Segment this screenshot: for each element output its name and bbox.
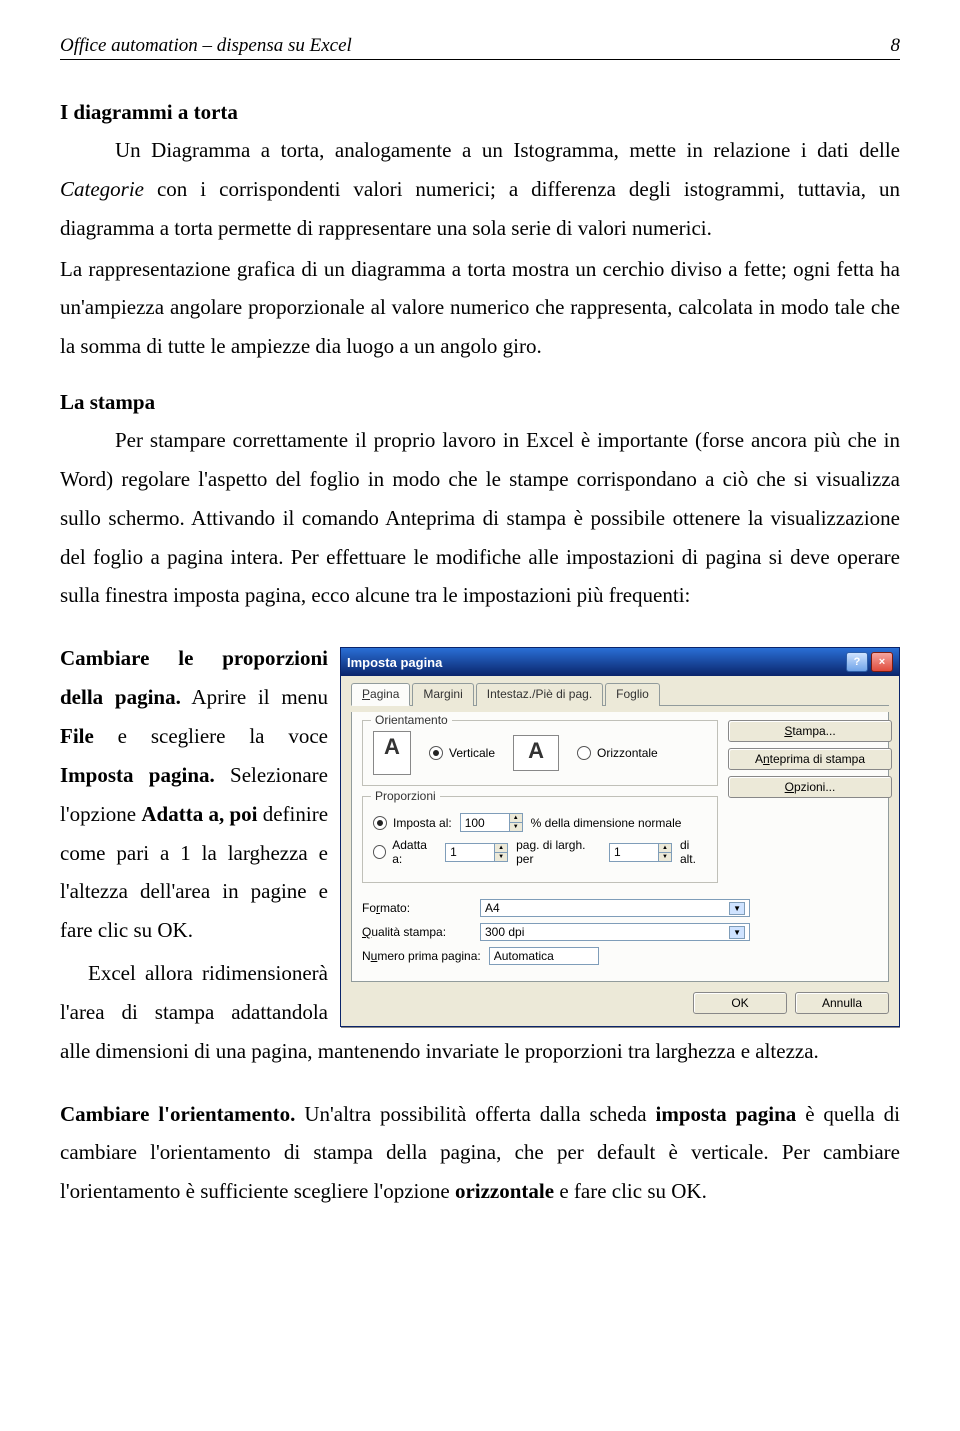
imposta-pagina-dialog-figure: Imposta pagina ? × Pagina Margini Intest…: [340, 647, 900, 1027]
orientamento-label: Orientamento: [371, 713, 452, 727]
radio-verticale[interactable]: Verticale: [429, 746, 495, 760]
qualita-combo[interactable]: 300 dpi ▼: [480, 923, 750, 941]
radio-imposta-al[interactable]: Imposta al:: [373, 816, 452, 830]
chevron-down-icon[interactable]: ▼: [729, 926, 745, 939]
stampa-button[interactable]: Stampa...: [728, 720, 892, 742]
annulla-button[interactable]: Annulla: [795, 992, 889, 1014]
formato-combo[interactable]: A4 ▼: [480, 899, 750, 917]
radio-orizzontale[interactable]: Orizzontale: [577, 746, 658, 760]
opzioni-button[interactable]: Opzioni...: [728, 776, 892, 798]
numero-input[interactable]: [489, 947, 599, 965]
tab-foglio[interactable]: Foglio: [605, 683, 660, 706]
spin-up-icon[interactable]: ▲: [495, 844, 507, 853]
sec2-para1: Per stampare correttamente il proprio la…: [60, 421, 900, 615]
spin-down-icon[interactable]: ▼: [659, 853, 671, 861]
header-page-number: 8: [891, 35, 901, 57]
section-title-diagrammi: I diagrammi a torta: [60, 100, 900, 125]
tab-pagina[interactable]: Pagina: [351, 683, 410, 706]
radio-adatta-a[interactable]: Adatta a:: [373, 838, 437, 866]
qualita-label: Qualità stampa:: [362, 925, 472, 939]
sec1-para2: La rappresentazione grafica di un diagra…: [60, 250, 900, 367]
formato-label: Formato:: [362, 901, 472, 915]
numero-label: Numero prima pagina:: [362, 949, 481, 963]
sec3-para1: Cambiare l'orientamento. Un'altra possib…: [60, 1095, 900, 1212]
tab-margini[interactable]: Margini: [412, 683, 473, 706]
dialog-title: Imposta pagina: [347, 655, 442, 670]
portrait-icon: A: [373, 731, 411, 775]
adatta-height-spinner[interactable]: ▲▼: [609, 843, 672, 862]
spin-up-icon[interactable]: ▲: [659, 844, 671, 853]
proporzioni-label: Proporzioni: [371, 789, 440, 803]
dialog-titlebar: Imposta pagina ? ×: [341, 648, 899, 676]
section-title-stampa: La stampa: [60, 390, 900, 415]
page-header: Office automation – dispensa su Excel 8: [60, 35, 900, 60]
sec1-para1: Un Diagramma a torta, analogamente a un …: [60, 131, 900, 248]
spin-down-icon[interactable]: ▼: [495, 853, 507, 861]
chevron-down-icon[interactable]: ▼: [729, 902, 745, 915]
spin-up-icon[interactable]: ▲: [510, 814, 522, 823]
tab-intestaz[interactable]: Intestaz./Piè di pag.: [476, 683, 603, 706]
anteprima-button[interactable]: Anteprima di stampa: [728, 748, 892, 770]
adatta-width-spinner[interactable]: ▲▼: [445, 843, 508, 862]
landscape-icon: A: [513, 735, 559, 771]
help-icon[interactable]: ?: [846, 652, 868, 672]
dialog-tabs: Pagina Margini Intestaz./Piè di pag. Fog…: [351, 682, 889, 706]
header-title: Office automation – dispensa su Excel: [60, 35, 352, 57]
ok-button[interactable]: OK: [693, 992, 787, 1014]
spin-down-icon[interactable]: ▼: [510, 823, 522, 831]
close-icon[interactable]: ×: [871, 652, 893, 672]
dialog-window: Imposta pagina ? × Pagina Margini Intest…: [340, 647, 900, 1027]
imposta-spinner[interactable]: ▲▼: [460, 813, 523, 832]
